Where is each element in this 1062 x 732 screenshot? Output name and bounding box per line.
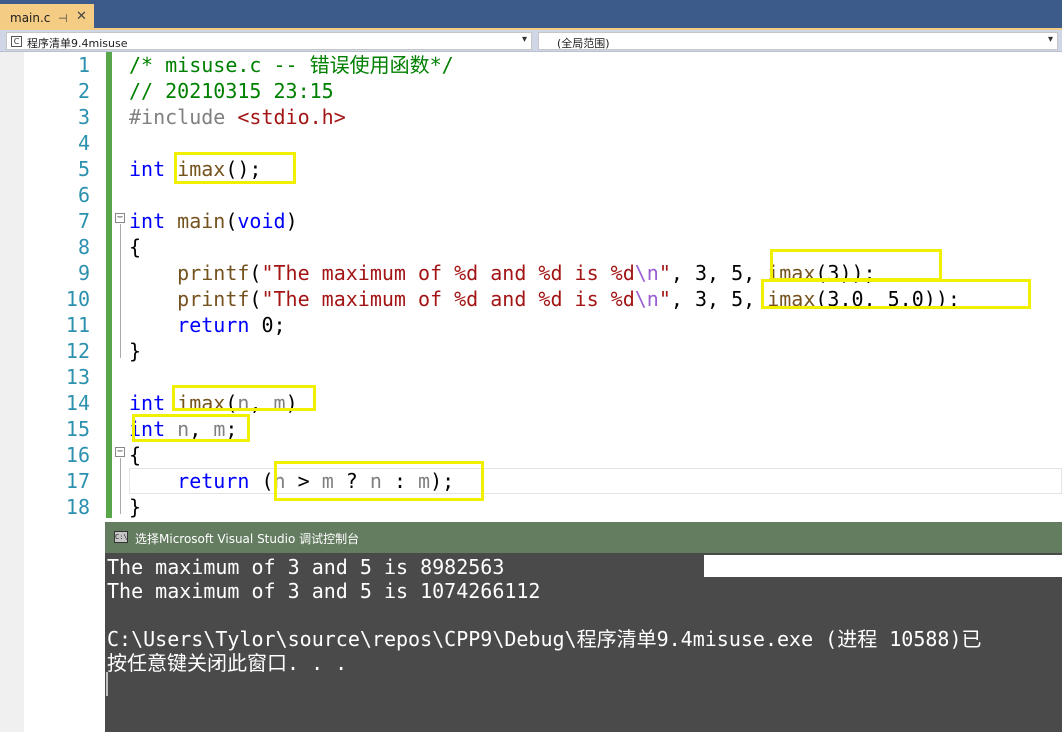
line-number: 5 xyxy=(77,157,90,181)
code-line-2: // 20210315 23:15 xyxy=(129,79,334,103)
code-line-1: /* misuse.c -- 错误使用函数*/ xyxy=(129,53,454,77)
line-number: 10 xyxy=(65,287,90,311)
console-caret xyxy=(106,672,108,696)
line-number: 16 xyxy=(65,443,90,467)
fold-guide xyxy=(120,224,121,358)
line-number: 13 xyxy=(65,365,90,389)
collapse-icon[interactable]: − xyxy=(115,213,125,223)
line-number: 14 xyxy=(65,391,90,415)
collapse-icon[interactable]: − xyxy=(115,447,125,457)
line-number: 7 xyxy=(77,209,90,233)
highlight-box xyxy=(172,385,316,411)
close-icon[interactable]: ✕ xyxy=(76,9,87,24)
line-number: 6 xyxy=(77,183,90,207)
console-titlebar[interactable]: C:\ 选择Microsoft Visual Studio 调试控制台 xyxy=(105,522,1062,553)
line-number: 3 xyxy=(77,105,90,129)
editor-left-margin xyxy=(0,52,24,732)
line-number: 17 xyxy=(65,469,90,493)
tab-title: main.c xyxy=(10,11,51,25)
line-number: 9 xyxy=(77,261,90,285)
navigation-bar: C 程序清单9.4misuse ▾ (全局范围) ▾ xyxy=(0,30,1062,52)
pin-icon[interactable]: ⊣ xyxy=(58,12,68,25)
line-number: 18 xyxy=(65,495,90,519)
highlight-box xyxy=(174,152,296,184)
line-number: 12 xyxy=(65,339,90,363)
highlight-box xyxy=(132,414,250,442)
tab-bar: main.c ⊣ ✕ xyxy=(0,0,1062,30)
chevron-down-icon[interactable]: ▾ xyxy=(522,34,527,45)
scope-dropdown[interactable]: (全局范围) ▾ xyxy=(538,32,1058,50)
line-number: 4 xyxy=(77,131,90,155)
code-line-11: return 0; xyxy=(177,313,286,337)
code-line-18: } xyxy=(129,495,142,519)
line-number: 2 xyxy=(77,79,90,103)
fold-guide xyxy=(120,458,121,514)
line-number: 15 xyxy=(65,417,90,441)
code-line-7: int main(void) xyxy=(129,209,298,233)
tab-main-c[interactable]: main.c ⊣ ✕ xyxy=(0,4,94,30)
code-line-12: } xyxy=(129,339,142,363)
console-selection xyxy=(704,555,1062,577)
console-title: 选择Microsoft Visual Studio 调试控制台 xyxy=(135,532,360,546)
console-output-line: 按任意键关闭此窗口. . . xyxy=(107,651,348,675)
line-number: 1 xyxy=(77,53,90,77)
project-dropdown-value: 程序清单9.4misuse xyxy=(27,37,128,50)
highlight-box xyxy=(770,249,942,281)
highlight-box xyxy=(761,279,1031,309)
console-output-line: The maximum of 3 and 5 is 8982563 xyxy=(107,555,505,579)
line-number: 8 xyxy=(77,235,90,259)
highlight-box xyxy=(274,461,484,501)
code-line-3: #include <stdio.h> xyxy=(129,105,346,129)
chevron-down-icon[interactable]: ▾ xyxy=(1048,34,1053,45)
console-output-line: The maximum of 3 and 5 is 1074266112 xyxy=(107,579,541,603)
debug-console-window[interactable]: C:\ 选择Microsoft Visual Studio 调试控制台 The … xyxy=(105,522,1062,732)
project-icon: C xyxy=(11,36,22,47)
code-line-8: { xyxy=(129,235,142,259)
scope-dropdown-value: (全局范围) xyxy=(557,37,610,50)
change-tracking-bar xyxy=(106,52,112,518)
console-icon: C:\ xyxy=(114,531,128,543)
code-line-16: { xyxy=(129,443,142,467)
project-dropdown[interactable]: C 程序清单9.4misuse ▾ xyxy=(6,32,532,50)
line-number: 11 xyxy=(65,313,90,337)
console-output-line: C:\Users\Tylor\source\repos\CPP9\Debug\程… xyxy=(107,627,982,651)
